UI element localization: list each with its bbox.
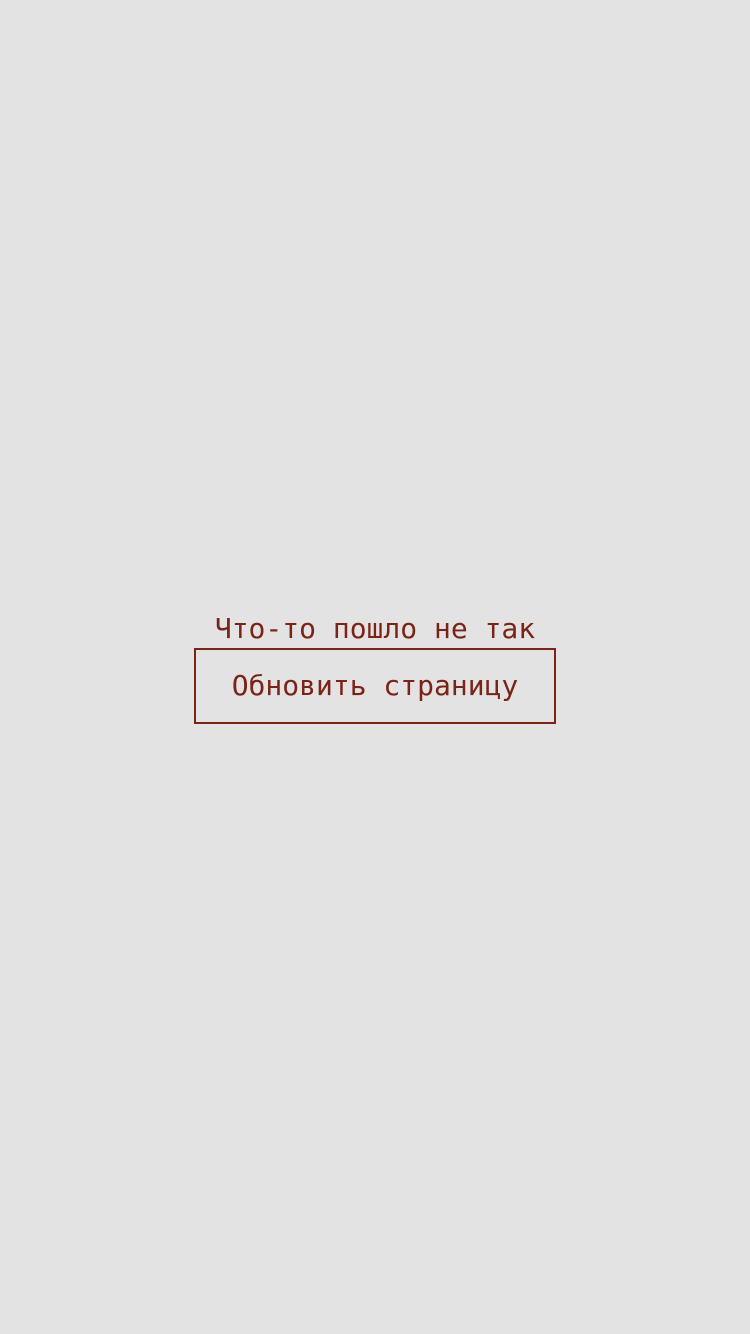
error-screen: Что-то пошло не так Обновить страницу — [0, 0, 750, 1334]
error-message: Что-то пошло не так — [214, 612, 536, 645]
error-block: Что-то пошло не так Обновить страницу — [0, 610, 750, 724]
reload-page-button[interactable]: Обновить страницу — [194, 648, 556, 724]
